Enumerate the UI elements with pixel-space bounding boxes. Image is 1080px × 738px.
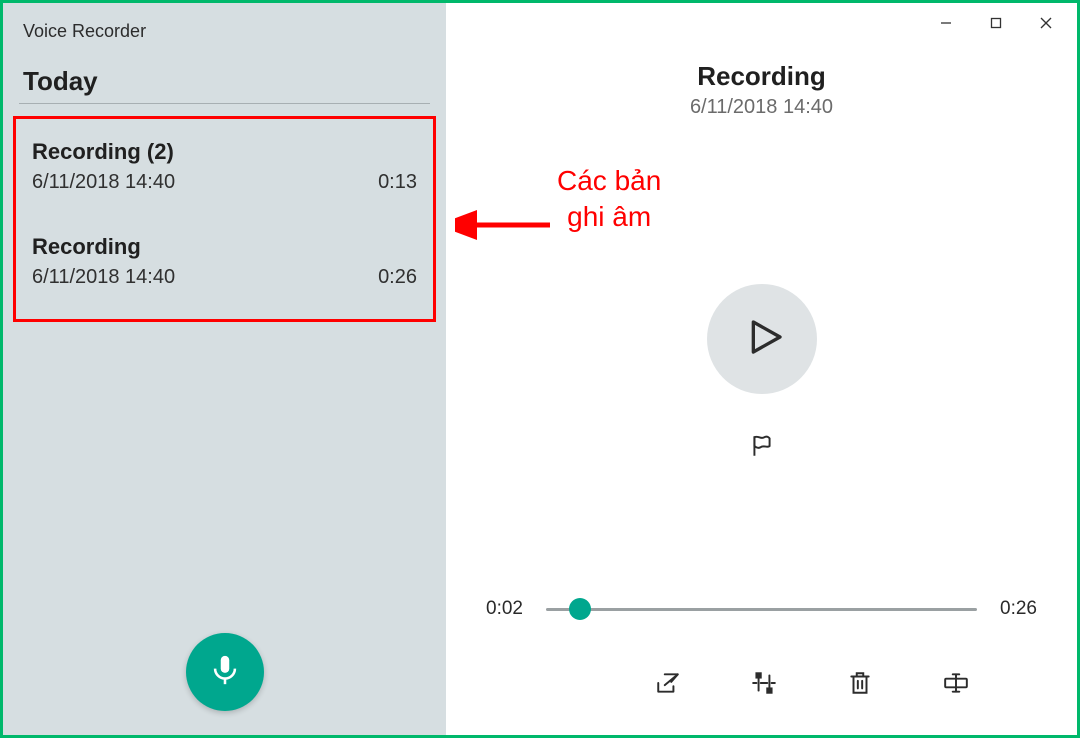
track-line	[546, 608, 977, 611]
date-header-today: Today	[19, 66, 430, 104]
add-marker-button[interactable]	[738, 424, 786, 472]
detail-date: 6/11/2018 14:40	[446, 96, 1077, 119]
recording-date: 6/11/2018 14:40	[32, 171, 175, 194]
close-icon	[1039, 16, 1053, 35]
app-title: Voice Recorder	[3, 3, 446, 52]
recordings-list-highlight: Recording (2) 6/11/2018 14:40 0:13 Recor…	[13, 116, 436, 322]
close-button[interactable]	[1021, 9, 1071, 41]
record-button[interactable]	[186, 633, 264, 711]
trim-button[interactable]	[740, 661, 788, 709]
timeline: 0:02 0:26	[446, 597, 1077, 621]
recording-item[interactable]: Recording 6/11/2018 14:40 0:26	[26, 224, 423, 301]
current-time: 0:02	[486, 598, 528, 620]
total-time: 0:26	[995, 598, 1037, 620]
share-button[interactable]	[644, 661, 692, 709]
detail-header: Recording 6/11/2018 14:40	[446, 61, 1077, 119]
maximize-button[interactable]	[971, 9, 1021, 41]
rename-icon	[943, 670, 969, 701]
trim-icon	[751, 670, 777, 701]
seek-knob[interactable]	[569, 598, 591, 620]
rename-button[interactable]	[932, 661, 980, 709]
play-area	[446, 159, 1077, 597]
detail-pane: Recording 6/11/2018 14:40 0:02	[446, 3, 1077, 735]
recording-name: Recording	[32, 234, 141, 260]
seek-track[interactable]	[546, 597, 977, 621]
recording-duration: 0:13	[378, 171, 417, 194]
app-window: Voice Recorder Today Recording (2) 6/11/…	[0, 0, 1080, 738]
recording-duration: 0:26	[378, 266, 417, 289]
window-controls	[921, 9, 1071, 41]
recording-name: Recording (2)	[32, 139, 174, 165]
share-icon	[655, 670, 681, 701]
recording-item[interactable]: Recording (2) 6/11/2018 14:40 0:13	[26, 129, 423, 206]
date-section: Today	[3, 52, 446, 104]
minimize-icon	[939, 16, 953, 35]
delete-icon	[847, 670, 873, 701]
bottom-toolbar	[566, 661, 1077, 735]
maximize-icon	[989, 16, 1003, 35]
sidebar: Voice Recorder Today Recording (2) 6/11/…	[3, 3, 446, 735]
recording-date: 6/11/2018 14:40	[32, 266, 175, 289]
play-button[interactable]	[707, 284, 817, 394]
flag-icon	[749, 433, 775, 464]
mic-icon	[208, 653, 242, 692]
detail-title: Recording	[446, 61, 1077, 92]
minimize-button[interactable]	[921, 9, 971, 41]
play-icon	[739, 317, 785, 362]
delete-button[interactable]	[836, 661, 884, 709]
